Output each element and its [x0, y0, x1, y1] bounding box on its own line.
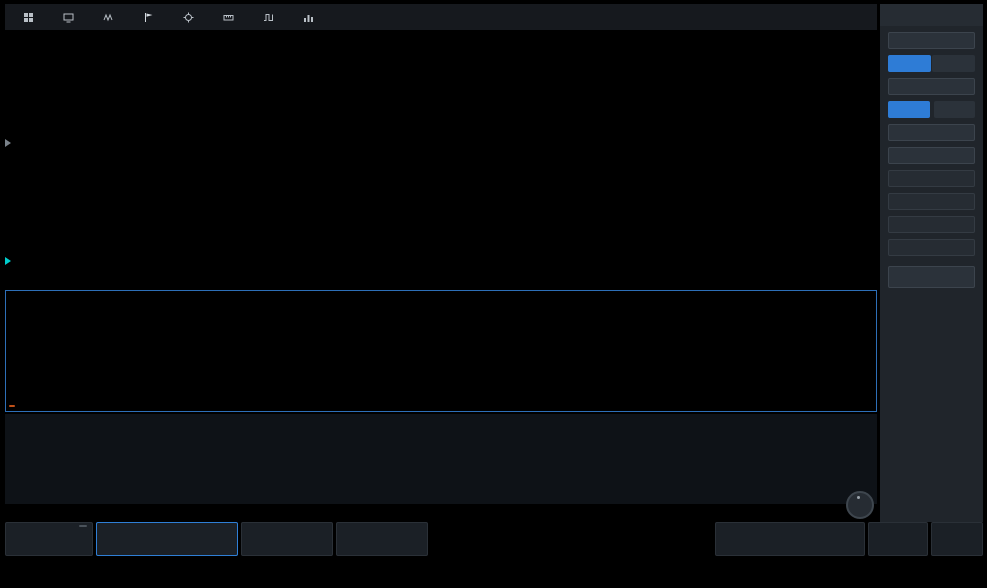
acquire-wave-icon	[103, 12, 114, 23]
waveform-visibility-toggle	[888, 101, 975, 118]
measure-item-select[interactable]	[888, 124, 975, 141]
channel3-descriptor[interactable]	[336, 522, 428, 556]
cursor-crosshair-icon	[183, 12, 194, 23]
trace-select[interactable]	[888, 32, 975, 49]
nav-knob[interactable]	[846, 491, 874, 519]
zoom-waveform-canvas[interactable]	[5, 156, 877, 287]
oscilloscope-screen	[0, 0, 987, 588]
vertical-scale-field[interactable]	[888, 170, 975, 187]
trigger-descriptor[interactable]	[868, 522, 928, 556]
track-function-grid	[5, 290, 877, 412]
horizontal-offset-field[interactable]	[888, 239, 975, 256]
menu-item-measure[interactable]	[211, 4, 251, 30]
menu-item-display[interactable]	[51, 4, 91, 30]
menu-item-cursor[interactable]	[171, 4, 211, 30]
menu-bar	[5, 4, 877, 30]
channel1-descriptor[interactable]	[5, 522, 93, 556]
operation-off-button[interactable]	[932, 55, 975, 72]
main-waveform-grid	[5, 34, 877, 153]
operation-toggle	[888, 55, 975, 72]
f1-descriptor[interactable]	[96, 522, 238, 556]
horizontal-scale-field[interactable]	[888, 216, 975, 233]
menu-item-digital[interactable]	[251, 4, 291, 30]
operation-on-button[interactable]	[888, 55, 931, 72]
zoom-descriptor[interactable]	[241, 522, 333, 556]
digital-settings-panel	[880, 4, 983, 522]
function-select[interactable]	[888, 78, 975, 95]
clock-box	[931, 522, 983, 556]
menu-item-analysis[interactable]	[291, 4, 331, 30]
waveform-visible-button[interactable]	[888, 101, 930, 118]
main-waveform-canvas[interactable]	[5, 34, 877, 153]
menu-item-function[interactable]	[11, 4, 51, 30]
trigger-flag-icon	[143, 12, 154, 23]
measurement-table	[5, 414, 877, 504]
channel-level-marker[interactable]	[5, 257, 11, 265]
histogram-strip	[5, 505, 877, 521]
panel-header	[880, 4, 983, 26]
f1-trace-badge[interactable]	[9, 405, 15, 407]
reference-config-button[interactable]	[888, 266, 975, 288]
digital-squarewave-icon	[263, 12, 274, 23]
ch1-coupling-badge	[79, 525, 87, 527]
menu-item-trigger[interactable]	[131, 4, 171, 30]
measure-ruler-icon	[223, 12, 234, 23]
analysis-bars-icon	[303, 12, 314, 23]
function-grid-icon	[23, 12, 34, 23]
display-monitor-icon	[63, 12, 74, 23]
vertical-offset-field[interactable]	[888, 193, 975, 210]
display-mode-select[interactable]	[888, 147, 975, 164]
descriptor-bar	[5, 522, 983, 556]
timebase-descriptor[interactable]	[715, 522, 865, 556]
track-function-canvas[interactable]	[6, 291, 876, 411]
menu-item-acquire[interactable]	[91, 4, 131, 30]
ground-level-marker[interactable]	[5, 139, 11, 147]
zoom-waveform-grid	[5, 156, 877, 287]
waveform-hidden-button[interactable]	[933, 101, 975, 118]
